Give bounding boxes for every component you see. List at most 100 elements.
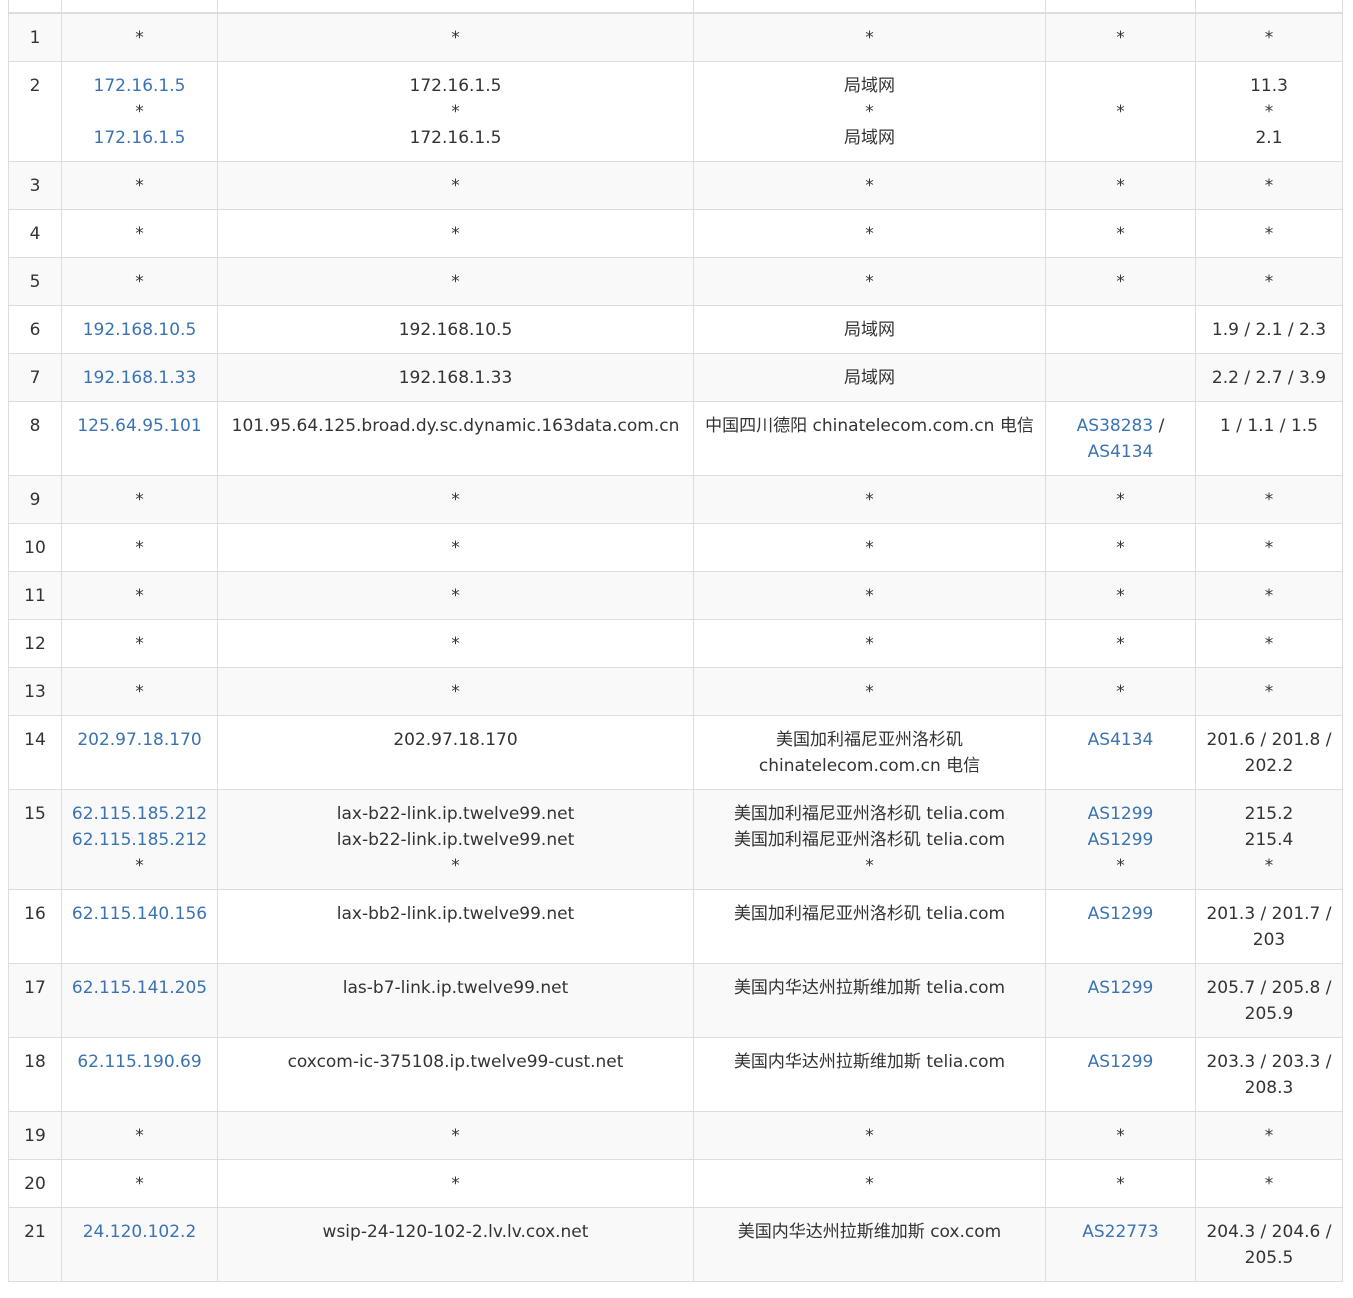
table-row: 19 * * * * *	[8, 1111, 1343, 1160]
table-row: 16 62.115.140.156 lax-bb2-link.ip.twelve99…	[8, 889, 1343, 964]
ip-cell: 172.16.1.5 * 172.16.1.5	[61, 61, 218, 162]
asn-link[interactable]: AS38283	[1077, 416, 1154, 436]
asn-link[interactable]: AS1299	[1050, 801, 1191, 827]
asn-cell	[1045, 353, 1196, 402]
traceroute-table: 1 * * * * * 2 172.16.1.5 * 172.16.1.5 172.16.1.5 * 1…	[8, 0, 1343, 1282]
ip-cell: 62.115.185.212 62.115.185.212 *	[61, 789, 218, 890]
location-cell: 局域网	[693, 305, 1046, 354]
ip-link: *	[135, 176, 144, 196]
asn-cell: *	[1045, 619, 1196, 668]
ip-cell: *	[61, 209, 218, 258]
ip-cell: *	[61, 571, 218, 620]
latency-text: *	[1264, 538, 1274, 558]
ip-link[interactable]: 202.97.18.170	[66, 727, 213, 753]
location-cell: 局域网 * 局域网	[693, 61, 1046, 162]
location-text: 美国加利福尼亚州洛杉矶 telia.com	[733, 804, 1006, 824]
hop-number-cell: 3	[8, 161, 62, 210]
asn-link[interactable]: AS1299	[1050, 827, 1191, 853]
location-cell: *	[693, 12, 1046, 62]
table-row: 18 62.115.190.69 coxcom-ic-375108.ip.twelv…	[8, 1037, 1343, 1112]
ip-link[interactable]: 172.16.1.5	[66, 125, 213, 151]
hostname-cell: las-b7-link.ip.twelve99.net	[217, 963, 694, 1038]
hostname-text: *	[451, 490, 460, 510]
ip-cell: 24.120.102.2	[61, 1207, 218, 1282]
location-text: *	[865, 272, 874, 292]
asn-cell: AS4134	[1045, 715, 1196, 790]
ip-cell: 202.97.18.170	[61, 715, 218, 790]
location-cell: 中国四川德阳 chinatelecom.com.cn 电信	[693, 401, 1046, 476]
asn-link: *	[1116, 176, 1125, 196]
ip-link[interactable]: 192.168.1.33	[66, 365, 213, 391]
hostname-text: *	[451, 634, 460, 654]
table-row: 10 * * * * *	[8, 523, 1343, 572]
hostname-text: *	[451, 28, 460, 48]
latency-cell: 205.7 / 205.8 / 205.9	[1195, 963, 1343, 1038]
latency-cell: 203.3 / 203.3 / 208.3	[1195, 1037, 1343, 1112]
location-text: *	[865, 1174, 874, 1194]
location-text: 美国加利福尼亚州洛杉矶 telia.com	[733, 904, 1006, 924]
location-cell: *	[693, 257, 1046, 306]
location-text: 局域网	[844, 320, 895, 340]
ip-link[interactable]: 24.120.102.2	[66, 1219, 213, 1245]
latency-cell: *	[1195, 12, 1343, 62]
asn-cell: *	[1045, 161, 1196, 210]
ip-link[interactable]: 62.115.185.212	[66, 827, 213, 853]
latency-cell: 2.2 / 2.7 / 3.9	[1195, 353, 1343, 402]
ip-link[interactable]: 192.168.10.5	[66, 317, 213, 343]
location-text: *	[865, 682, 874, 702]
location-text: 美国内华达州拉斯维加斯 cox.com	[737, 1222, 1002, 1242]
asn-link[interactable]: AS4134	[1088, 442, 1154, 462]
hop-number-cell: 14	[8, 715, 62, 790]
latency-cell: *	[1195, 1111, 1343, 1160]
latency-text: *	[1264, 586, 1274, 606]
ip-link[interactable]: 62.115.140.156	[66, 901, 213, 927]
latency-text: *	[1264, 176, 1274, 196]
hostname-text: 172.16.1.5	[409, 76, 502, 96]
hostname-cell: 172.16.1.5 * 172.16.1.5	[217, 61, 694, 162]
ip-link[interactable]: 125.64.95.101	[66, 413, 213, 439]
asn-link[interactable]: AS1299	[1050, 975, 1191, 1001]
hop-number-cell: 20	[8, 1159, 62, 1208]
ip-link: *	[135, 856, 144, 876]
latency-text: 215.4	[1244, 830, 1294, 850]
hostname-cell: lax-bb2-link.ip.twelve99.net	[217, 889, 694, 964]
table-row: 14 202.97.18.170 202.97.18.170 美国加利福尼亚州洛杉矶 …	[8, 715, 1343, 790]
location-text: *	[865, 176, 874, 196]
asn-link[interactable]: AS1299	[1050, 1049, 1191, 1075]
hostname-text: *	[451, 538, 460, 558]
location-text: 美国内华达州拉斯维加斯 telia.com	[733, 1052, 1006, 1072]
latency-text: 204.3 / 204.6 / 205.5	[1206, 1222, 1332, 1268]
asn-cell: AS38283 / AS4134	[1045, 401, 1196, 476]
ip-link: *	[135, 1174, 144, 1194]
ip-cell: *	[61, 475, 218, 524]
hostname-text: 202.97.18.170	[393, 730, 518, 750]
hop-number-cell: 19	[8, 1111, 62, 1160]
hop-number-cell: 5	[8, 257, 62, 306]
ip-link[interactable]: 62.115.141.205	[66, 975, 213, 1001]
hop-number-cell: 8	[8, 401, 62, 476]
asn-link[interactable]: AS22773	[1050, 1219, 1191, 1245]
location-cell: 美国加利福尼亚州洛杉矶 telia.com 美国加利福尼亚州洛杉矶 telia.c…	[693, 789, 1046, 890]
hop-number-cell: 18	[8, 1037, 62, 1112]
hostname-cell: *	[217, 1111, 694, 1160]
asn-link[interactable]: AS1299	[1050, 901, 1191, 927]
location-text: *	[865, 634, 874, 654]
hostname-cell: *	[217, 619, 694, 668]
asn-link: *	[1116, 1174, 1125, 1194]
location-text: 中国四川德阳 chinatelecom.com.cn 电信	[705, 416, 1034, 436]
ip-link[interactable]: 62.115.190.69	[66, 1049, 213, 1075]
ip-cell: 192.168.10.5	[61, 305, 218, 354]
location-text: *	[865, 538, 874, 558]
table-row: 1 * * * * *	[8, 12, 1343, 62]
hostname-cell: coxcom-ic-375108.ip.twelve99-cust.net	[217, 1037, 694, 1112]
ip-link[interactable]: 62.115.185.212	[66, 801, 213, 827]
location-text: *	[865, 28, 874, 48]
latency-cell: 201.3 / 201.7 / 203	[1195, 889, 1343, 964]
ip-link[interactable]: 172.16.1.5	[66, 73, 213, 99]
latency-cell: *	[1195, 619, 1343, 668]
asn-link[interactable]: AS4134	[1050, 727, 1191, 753]
hop-number-cell: 17	[8, 963, 62, 1038]
table-row: 2 172.16.1.5 * 172.16.1.5 172.16.1.5 * 172.16.…	[8, 61, 1343, 162]
ip-cell: *	[61, 523, 218, 572]
hostname-text: lax-b22-link.ip.twelve99.net	[336, 830, 575, 850]
